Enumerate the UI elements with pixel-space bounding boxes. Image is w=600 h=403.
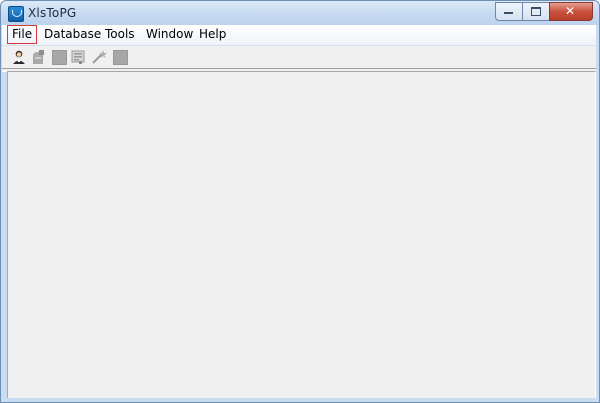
- minimize-icon: [504, 12, 513, 14]
- toolbar: [2, 46, 596, 68]
- minimize-button[interactable]: [495, 2, 522, 21]
- menu-database[interactable]: Database: [39, 26, 106, 43]
- stop-icon[interactable]: [52, 50, 67, 65]
- title-bar[interactable]: XlsToPG ✕: [1, 1, 599, 25]
- window-bottom-border: [1, 398, 599, 402]
- stop-icon[interactable]: [113, 50, 128, 65]
- maximize-button[interactable]: [522, 2, 549, 21]
- close-button[interactable]: ✕: [549, 2, 593, 21]
- app-window: XlsToPG ✕ File Database Tools Window Hel…: [0, 0, 600, 403]
- mdi-client-area[interactable]: [7, 71, 596, 399]
- menu-file[interactable]: File: [7, 25, 38, 44]
- window-title: XlsToPG: [28, 6, 77, 20]
- disconnect-icon[interactable]: [30, 49, 46, 65]
- caption-buttons: ✕: [495, 2, 593, 21]
- menu-help[interactable]: Help: [194, 26, 231, 43]
- form-icon[interactable]: [70, 49, 86, 65]
- menu-tools[interactable]: Tools: [100, 26, 140, 43]
- wand-icon[interactable]: [91, 49, 107, 65]
- connect-person-icon[interactable]: [11, 49, 27, 65]
- maximize-icon: [531, 7, 541, 16]
- close-icon: ✕: [565, 4, 576, 18]
- menu-bar: File Database Tools Window Help: [2, 25, 596, 46]
- app-icon[interactable]: [8, 6, 24, 22]
- menu-window[interactable]: Window: [141, 26, 198, 43]
